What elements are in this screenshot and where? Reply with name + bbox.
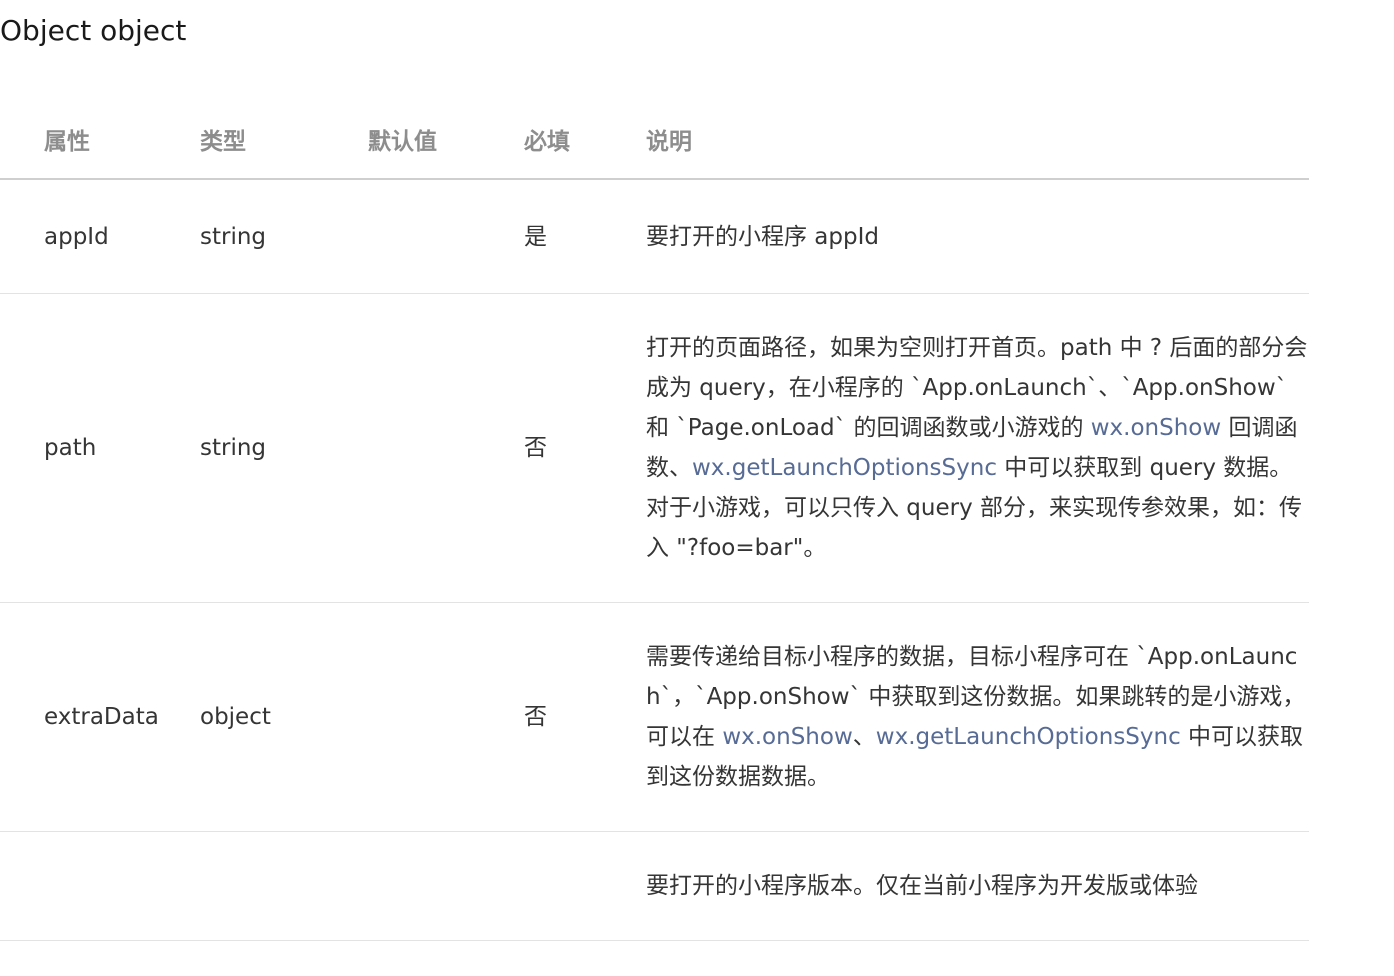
table-row: extraData object 否 需要传递给目标小程序的数据，目标小程序可在… <box>0 602 1309 832</box>
param-description: 要打开的小程序版本。仅在当前小程序为开发版或体验 <box>646 831 1309 941</box>
description-text: 要打开的小程序 appId <box>646 223 879 250</box>
param-name: path <box>0 293 200 603</box>
wx-onshow-link[interactable]: wx.onShow <box>722 724 852 750</box>
header-required: 必填 <box>524 100 646 180</box>
param-type <box>200 831 368 941</box>
table-row: path string 否 打开的页面路径，如果为空则打开首页。path 中 ?… <box>0 293 1309 603</box>
param-default <box>368 831 524 941</box>
description-text: 要打开的小程序版本。仅在当前小程序为开发版或体验 <box>646 873 1198 899</box>
param-required: 否 <box>524 293 646 603</box>
param-required: 是 <box>524 179 646 294</box>
header-name: 属性 <box>0 100 200 180</box>
description-text: 、 <box>852 724 876 750</box>
param-default <box>368 179 524 294</box>
wx-getlaunchoptionssync-link[interactable]: wx.getLaunchOptionsSync <box>876 724 1181 750</box>
param-description: 打开的页面路径，如果为空则打开首页。path 中 ? 后面的部分会成为 quer… <box>646 293 1309 603</box>
param-name <box>0 831 200 941</box>
header-description: 说明 <box>646 100 1309 180</box>
param-type: string <box>200 293 368 603</box>
param-description: 需要传递给目标小程序的数据，目标小程序可在 `App.onLaunch`，`Ap… <box>646 602 1309 832</box>
param-type: object <box>200 602 368 832</box>
param-description: 要打开的小程序 appId <box>646 179 1309 294</box>
wx-getlaunchoptionssync-link[interactable]: wx.getLaunchOptionsSync <box>692 455 997 481</box>
header-default: 默认值 <box>368 100 524 180</box>
params-table: 属性 类型 默认值 必填 说明 appId string 是 要打开的小程序 a… <box>0 100 1309 941</box>
param-default <box>368 293 524 603</box>
param-required <box>524 831 646 941</box>
param-required: 否 <box>524 602 646 832</box>
page-title: Object object <box>0 14 187 47</box>
table-header-row: 属性 类型 默认值 必填 说明 <box>0 100 1309 180</box>
table-row: 要打开的小程序版本。仅在当前小程序为开发版或体验 <box>0 831 1309 941</box>
param-type: string <box>200 179 368 294</box>
header-type: 类型 <box>200 100 368 180</box>
wx-onshow-link[interactable]: wx.onShow <box>1091 415 1221 441</box>
param-name: appId <box>0 179 200 294</box>
table-row: appId string 是 要打开的小程序 appId <box>0 179 1309 294</box>
param-name: extraData <box>0 602 200 832</box>
param-default <box>368 602 524 832</box>
